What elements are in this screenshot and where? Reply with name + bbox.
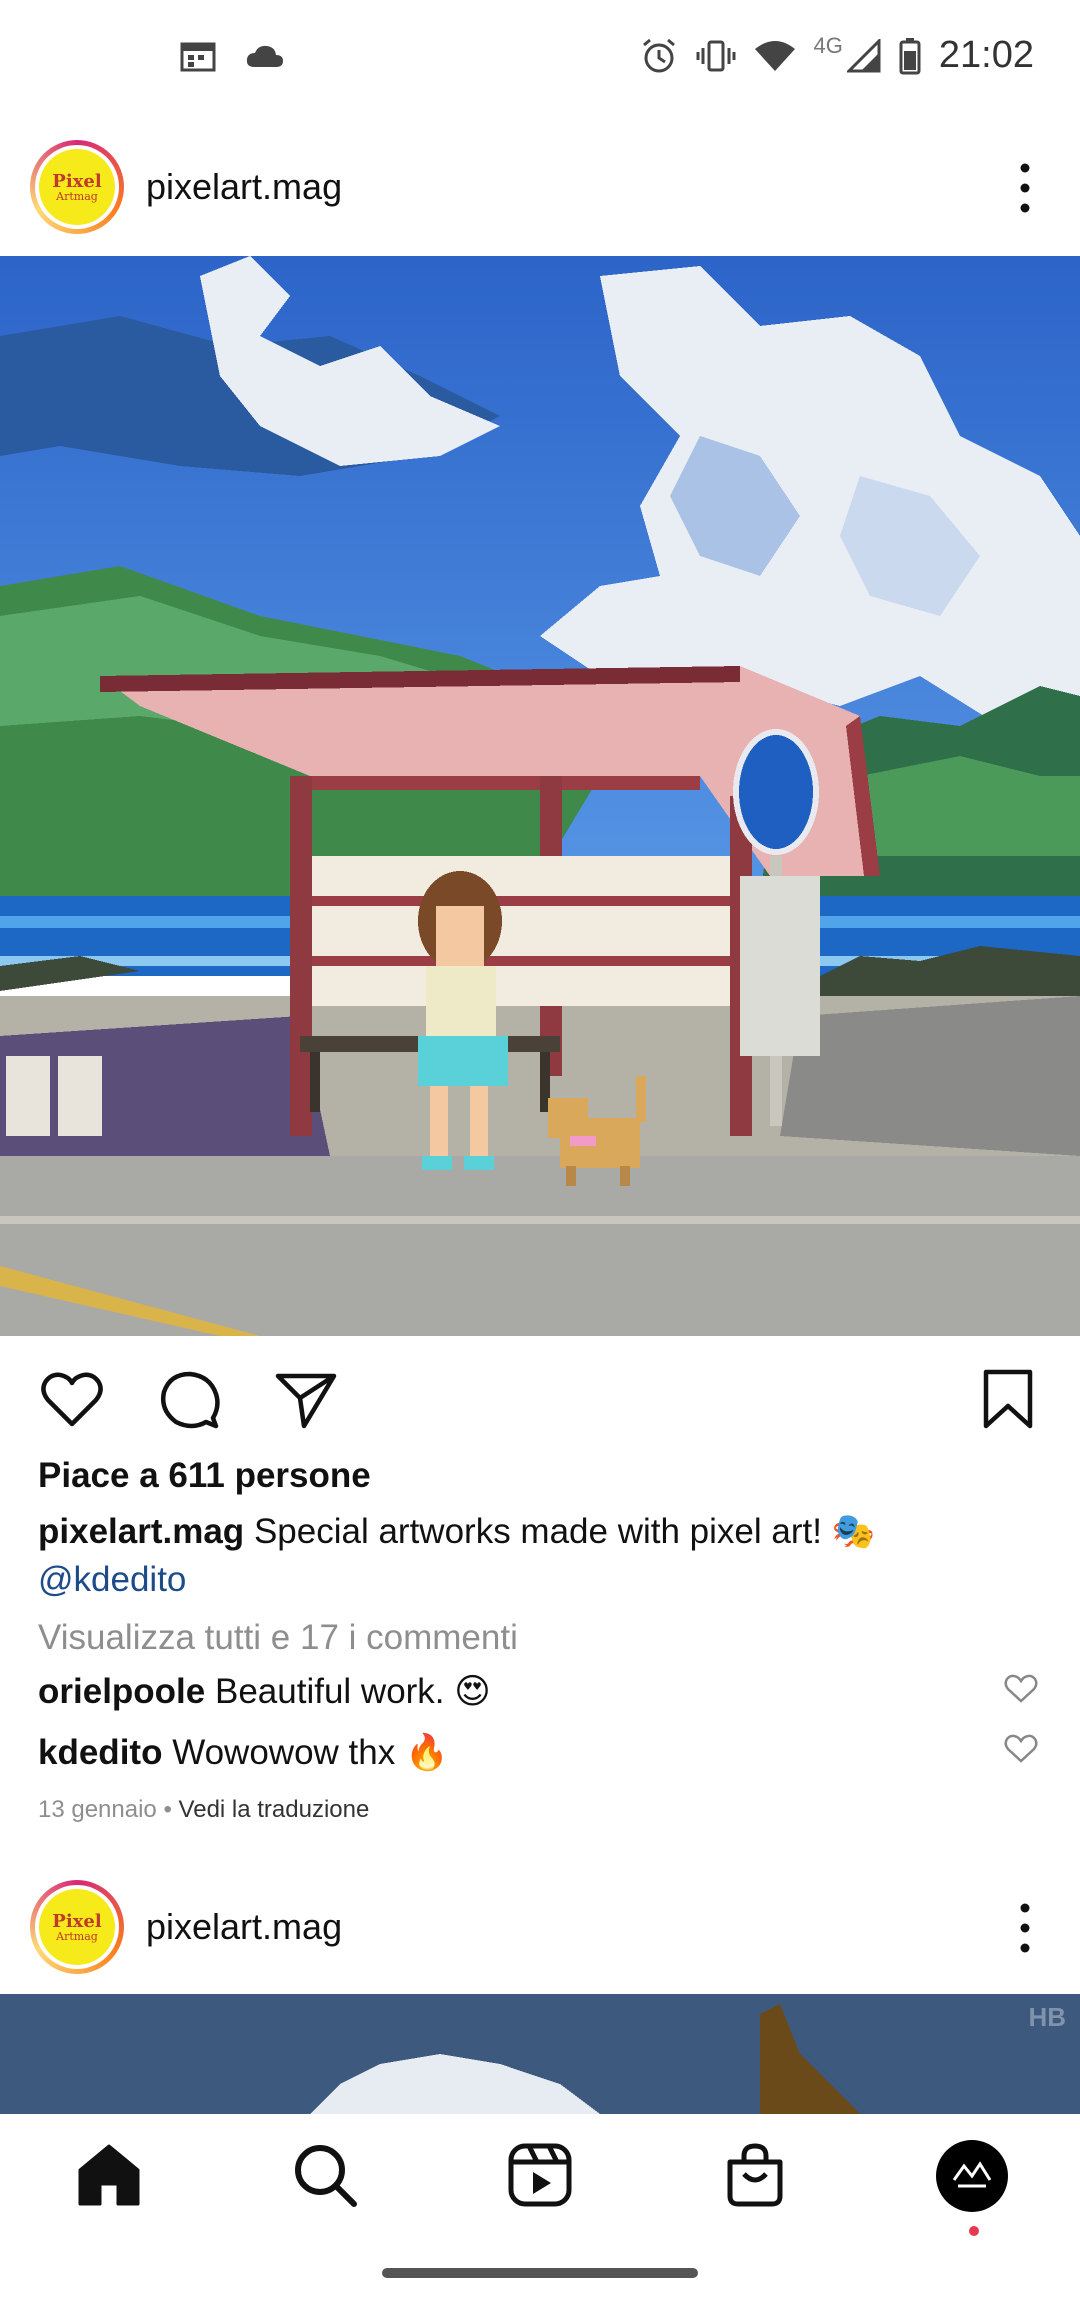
share-send-icon[interactable]: [274, 1368, 338, 1432]
alarm-icon: [642, 38, 675, 72]
comment-icon[interactable]: [158, 1368, 222, 1432]
see-translation-link[interactable]: Vedi la traduzione: [179, 1796, 370, 1823]
post-date-text: 13 gennaio: [38, 1796, 157, 1823]
bookmark-icon[interactable]: [976, 1368, 1040, 1432]
view-all-comments-link[interactable]: Visualizza tutti e 17 i commenti: [38, 1618, 518, 1658]
like-heart-icon[interactable]: [40, 1368, 104, 1432]
post-username[interactable]: pixelart.mag: [146, 1906, 342, 1948]
shop-bag-icon[interactable]: [720, 2140, 790, 2210]
signal-icon: [846, 38, 881, 72]
caption-username[interactable]: pixelart.mag: [38, 1512, 244, 1551]
search-icon[interactable]: [290, 2140, 360, 2210]
post-caption: pixelart.mag Special artworks made with …: [38, 1508, 1038, 1604]
more-options-icon[interactable]: [1010, 1898, 1040, 1958]
date-separator: •: [163, 1796, 172, 1823]
caption-mention[interactable]: @kdedito: [38, 1560, 186, 1599]
reels-icon[interactable]: [505, 2140, 575, 2210]
avatar[interactable]: Pixel Artmag: [30, 140, 124, 234]
calendar-icon: [180, 42, 216, 72]
comment-like-heart-icon[interactable]: [1004, 1734, 1038, 1764]
network-type: 4G: [813, 32, 843, 58]
comment-username[interactable]: orielpoole: [38, 1672, 205, 1711]
post-username[interactable]: pixelart.mag: [146, 166, 342, 208]
avatar[interactable]: Pixel Artmag: [30, 1880, 124, 1974]
clock: 21:02: [938, 34, 1034, 76]
wifi-icon: [754, 40, 795, 71]
avatar-logo: Pixel Artmag: [39, 1889, 115, 1965]
status-bar: 4G 21:02: [0, 0, 1080, 120]
more-options-icon[interactable]: [1010, 158, 1040, 218]
home-indicator[interactable]: [382, 2268, 698, 2278]
comment-item: orielpoole Beautiful work. 😍: [38, 1672, 1038, 1712]
home-icon[interactable]: [74, 2140, 144, 2210]
watermark: HB: [1028, 2002, 1066, 2032]
battery-icon: [899, 37, 921, 74]
post-header: Pixel Artmag pixelart.mag: [0, 128, 1080, 248]
comment-username[interactable]: kdedito: [38, 1733, 162, 1772]
post-actions: [0, 1360, 1080, 1440]
post-date: 13 gennaio • Vedi la traduzione: [38, 1796, 369, 1824]
avatar-logo: Pixel Artmag: [39, 149, 115, 225]
caption-text: Special artworks made with pixel art! 🎭: [253, 1512, 876, 1551]
vibrate-icon: [696, 40, 736, 71]
post-header: Pixel Artmag pixelart.mag: [0, 1868, 1080, 1988]
comment-text: Wowowow thx 🔥: [172, 1733, 449, 1772]
post-image[interactable]: HB: [0, 1994, 1080, 2114]
comment-item: kdedito Wowowow thx 🔥: [38, 1732, 1038, 1773]
notification-dot: [969, 2226, 979, 2236]
profile-avatar[interactable]: [936, 2140, 1008, 2212]
comment-like-heart-icon[interactable]: [1004, 1674, 1038, 1704]
cloud-icon: [246, 45, 283, 67]
likes-count[interactable]: Piace a 611 persone: [38, 1456, 371, 1496]
post-image[interactable]: [0, 256, 1080, 1336]
comment-text: Beautiful work. 😍: [214, 1672, 491, 1711]
profile-avatar-icon: [952, 2161, 992, 2188]
